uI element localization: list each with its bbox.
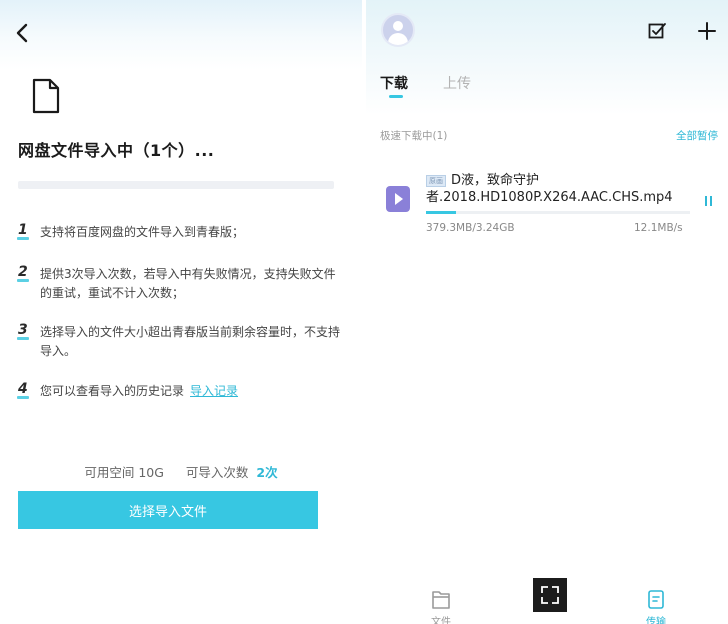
transfer-icon [648, 590, 664, 609]
download-progress-fill [426, 211, 457, 214]
back-button[interactable] [10, 20, 36, 46]
pause-button[interactable] [698, 190, 720, 212]
tip-text: 选择导入的文件大小超出青春版当前剩余容量时，不支持导入。 [40, 325, 341, 358]
import-panel: 网盘文件导入中（1个）... 1 支持将百度网盘的文件导入到青春版； 2 提供3… [0, 0, 362, 624]
tip-text: 支持将百度网盘的文件导入到青春版； [40, 225, 245, 239]
tab-download[interactable]: 下载 [380, 73, 408, 98]
checkbox-icon [648, 23, 666, 39]
tip-text: 提供3次导入次数，若导入中有失败情况，支持失败文件的重试，重试不计入次数； [40, 267, 336, 300]
quality-badge: 原画 [426, 175, 446, 187]
nav-file[interactable]: 文件 [426, 588, 456, 624]
import-title: 网盘文件导入中（1个）... [18, 141, 215, 160]
file-size: 379.3MB/3.24GB [426, 222, 515, 234]
plus-icon [698, 22, 716, 40]
section-label: 极速下载中(1) [380, 130, 448, 142]
import-count-value: 2次 [256, 465, 278, 480]
avatar-body [388, 33, 408, 45]
import-count-label: 可导入次数 [185, 465, 249, 480]
avatar[interactable] [381, 13, 415, 47]
tip-number: 3 [17, 322, 29, 340]
pause-all-button[interactable]: 全部暂停 [676, 128, 718, 143]
transfer-panel: 下载 上传 极速下载中(1) 全部暂停 D液，致命守护者.2018.HD1080… [366, 0, 728, 624]
nav-center-button[interactable] [533, 578, 567, 612]
document-icon [32, 78, 60, 114]
tip-number: 2 [17, 264, 29, 282]
tip-number: 1 [17, 222, 29, 240]
tip-text-content: 您可以查看导入的历史记录 [40, 384, 185, 398]
expand-icon [541, 586, 559, 604]
space-info: 可用空间 10G 可导入次数 2次 [0, 462, 362, 481]
import-history-link[interactable]: 导入记录 [190, 384, 238, 398]
available-space: 可用空间 10G [84, 465, 164, 480]
download-progress-bar [426, 211, 690, 214]
video-file-icon [386, 186, 410, 212]
pause-icon [705, 196, 712, 206]
file-name: D液，致命守护者.2018.HD1080P.X264.AAC.CHS.mp4 [426, 173, 673, 205]
chevron-left-icon [16, 23, 28, 43]
import-progress-bar [18, 181, 334, 189]
select-import-file-button[interactable]: 选择导入文件 [18, 491, 318, 529]
nav-transfer[interactable]: 传输 [641, 588, 671, 624]
nav-transfer-label: 传输 [646, 617, 666, 624]
download-item[interactable]: D液，致命守护者.2018.HD1080P.X264.AAC.CHS.mp4 原… [366, 166, 728, 246]
avatar-head [393, 21, 403, 31]
select-mode-button[interactable] [648, 22, 666, 40]
nav-file-label: 文件 [431, 617, 451, 624]
folder-icon [432, 591, 450, 609]
download-speed: 12.1MB/s [634, 222, 683, 234]
add-button[interactable] [696, 20, 718, 42]
top-bar [0, 0, 362, 70]
top-bar [366, 0, 728, 115]
tip-text: 您可以查看导入的历史记录 导入记录 [40, 382, 345, 401]
tab-upload[interactable]: 上传 [443, 73, 471, 93]
tip-number: 4 [17, 381, 29, 399]
